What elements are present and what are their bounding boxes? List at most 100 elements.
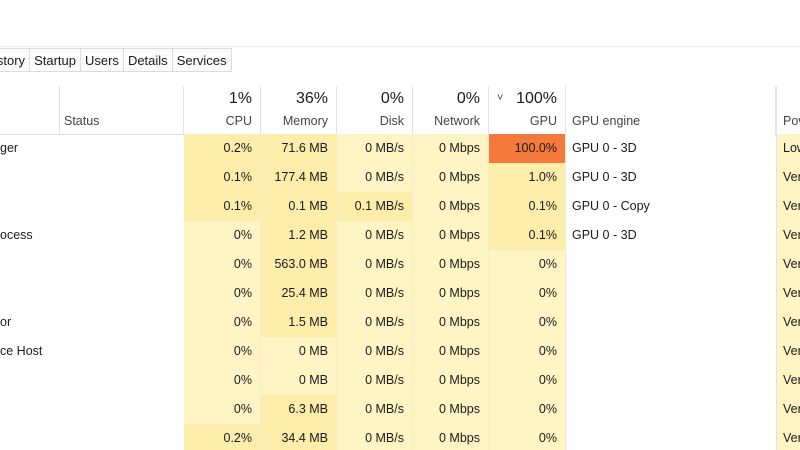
network-cell: 0 Mbps [413, 221, 489, 250]
process-name: or [0, 315, 12, 329]
status-cell [60, 308, 184, 337]
tab-bar: istory Startup Users Details Services [0, 48, 232, 72]
power-header-label: Pov [783, 114, 800, 128]
status-cell [60, 192, 184, 221]
gpu-header-label: GPU [529, 114, 557, 128]
cpu-cell: 0% [184, 366, 261, 395]
memory-cell: 0 MB [261, 337, 337, 366]
sort-chevron-down-icon: ˅ [497, 92, 504, 104]
network-cell: 0 Mbps [413, 395, 489, 424]
gpu-engine-cell [566, 395, 775, 424]
table-row[interactable]: 0%563.0 MB0 MB/s0 Mbps0%Very [0, 250, 800, 279]
gpu-engine-cell: GPU 0 - 3D [566, 221, 775, 250]
gpu-engine-cell [566, 308, 775, 337]
column-header-gpu[interactable]: ˅ 100% GPU [489, 86, 566, 134]
process-name: ce Host [0, 344, 43, 358]
network-cell: 0 Mbps [413, 279, 489, 308]
disk-cell: 0 MB/s [337, 163, 413, 192]
disk-cell: 0.1 MB/s [337, 192, 413, 221]
table-row[interactable]: 0%6.3 MB0 MB/s0 Mbps0%Very [0, 395, 800, 424]
network-cell: 0 Mbps [413, 337, 489, 366]
power-usage-cell: Very [776, 221, 800, 250]
table-row[interactable]: ger 0.2% 71.6 MB 0 MB/s 0 Mbps 100.0% GPU 0 - … [0, 134, 800, 163]
gpu-engine-cell [566, 279, 775, 308]
gpu-engine-cell [566, 337, 775, 366]
status-cell [60, 395, 184, 424]
process-name [0, 395, 60, 424]
cpu-cell: 0.1% [184, 192, 261, 221]
column-header-gpu-engine[interactable]: GPU engine [566, 86, 776, 134]
tab-app-history[interactable]: istory [0, 48, 31, 72]
gpu-cell: 0.1% [489, 221, 566, 250]
column-header-power-usage[interactable]: Pov [776, 86, 800, 134]
table-row[interactable]: 0%0 MB0 MB/s0 Mbps0%Very [0, 366, 800, 395]
status-cell [60, 221, 184, 250]
disk-cell: 0 MB/s [337, 424, 413, 450]
power-usage-cell: Very [776, 395, 800, 424]
table-row[interactable]: 0.2%34.4 MB0 MB/s0 Mbps0% Very [0, 424, 800, 450]
memory-cell: 177.4 MB [261, 163, 337, 192]
title-area [0, 0, 800, 47]
status-cell [60, 134, 184, 163]
power-usage-cell: Very [776, 250, 800, 279]
network-cell: 0 Mbps [413, 366, 489, 395]
task-manager-window: istory Startup Users Details Services St… [0, 0, 800, 450]
table-row[interactable]: 0.1% 0.1 MB 0.1 MB/s 0 Mbps 0.1% GPU 0 - Copy… [0, 192, 800, 221]
gpu-cell: 1.0% [489, 163, 566, 192]
memory-cell: 34.4 MB [261, 424, 337, 450]
gpu-engine-cell: GPU 0 - 3D [566, 163, 775, 192]
column-header-cpu[interactable]: 1% CPU [184, 86, 261, 134]
disk-cell: 0 MB/s [337, 221, 413, 250]
table-row[interactable]: 0.1% 177.4 MB 0 MB/s 0 Mbps 1.0% GPU 0 - 3D Ve… [0, 163, 800, 192]
process-name [0, 366, 60, 395]
tab-details[interactable]: Details [123, 48, 173, 72]
column-header-network[interactable]: 0% Network [413, 86, 489, 134]
cpu-total-percent: 1% [228, 90, 252, 107]
memory-cell: 25.4 MB [261, 279, 337, 308]
power-usage-cell: Low [776, 134, 800, 163]
network-cell: 0 Mbps [413, 308, 489, 337]
memory-total-percent: 36% [295, 90, 328, 107]
cpu-cell: 0% [184, 308, 261, 337]
process-name [0, 192, 60, 221]
tab-users[interactable]: Users [80, 48, 124, 72]
memory-header-label: Memory [282, 114, 328, 128]
cpu-cell: 0.2% [184, 134, 261, 163]
memory-cell: 1.2 MB [261, 221, 337, 250]
tab-services[interactable]: Services [172, 48, 232, 72]
table-row[interactable]: 0%25.4 MB0 MB/s0 Mbps0%Very [0, 279, 800, 308]
table-row[interactable]: ocess 0% 1.2 MB 0 MB/s 0 Mbps 0.1% GPU 0 - 3D V… [0, 221, 800, 250]
power-usage-cell: Very [776, 424, 800, 450]
cpu-header-label: CPU [225, 114, 252, 128]
disk-cell: 0 MB/s [337, 279, 413, 308]
memory-cell: 0 MB [261, 366, 337, 395]
process-name: ocess [0, 228, 33, 242]
gpu-cell: 0% [489, 279, 566, 308]
column-header-status[interactable]: Status [60, 86, 184, 134]
column-header-disk[interactable]: 0% Disk [337, 86, 413, 134]
disk-total-percent: 0% [380, 90, 404, 107]
status-cell [60, 366, 184, 395]
process-name [0, 163, 60, 192]
disk-header-label: Disk [379, 114, 404, 128]
tab-startup[interactable]: Startup [30, 48, 81, 72]
column-header-name[interactable] [0, 86, 60, 134]
network-header-label: Network [434, 114, 480, 128]
disk-cell: 0 MB/s [337, 134, 413, 163]
cpu-cell: 0% [184, 337, 261, 366]
memory-cell: 0.1 MB [261, 192, 337, 221]
process-name: ger [0, 141, 19, 155]
gpu-total-percent: 100% [516, 90, 557, 107]
table-row[interactable]: ce Host0%0 MB0 MB/s0 Mbps0%Very [0, 337, 800, 366]
table-row[interactable]: or0%1.5 MB0 MB/s0 Mbps0%Very [0, 308, 800, 337]
power-usage-cell: Very [776, 308, 800, 337]
network-cell: 0 Mbps [413, 192, 489, 221]
status-cell [60, 279, 184, 308]
power-usage-cell: Very [776, 337, 800, 366]
column-header-memory[interactable]: 36% Memory [261, 86, 337, 134]
gpu-engine-cell [566, 424, 775, 450]
network-cell: 0 Mbps [413, 134, 489, 163]
memory-cell: 1.5 MB [261, 308, 337, 337]
status-cell [60, 250, 184, 279]
gpu-cell: 0% [489, 424, 566, 450]
